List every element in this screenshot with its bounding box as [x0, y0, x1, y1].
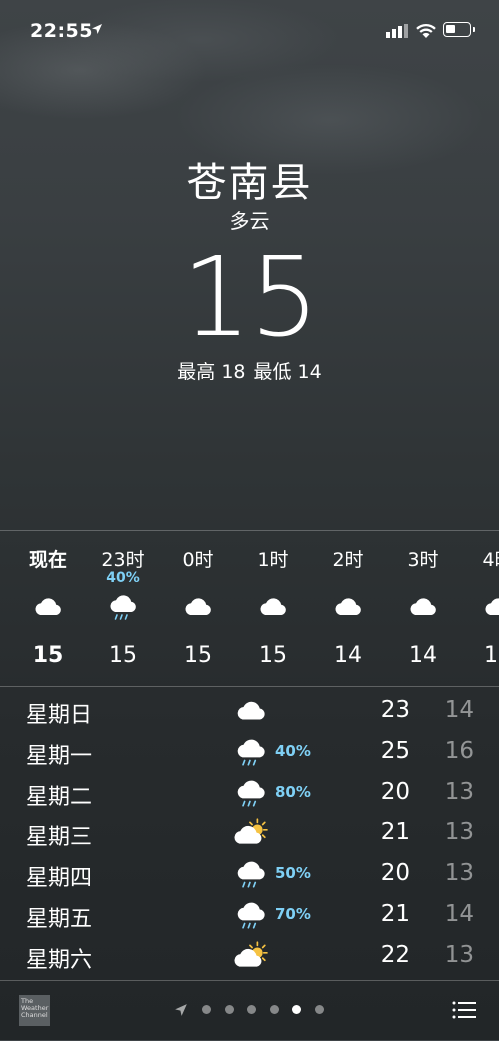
- day-high: 21: [380, 901, 410, 927]
- daily-row: 星期四 50% 20 13: [0, 855, 499, 895]
- day-high: 25: [380, 737, 410, 764]
- hour-temp: 14: [484, 643, 499, 668]
- battery-icon: [443, 22, 475, 37]
- daily-row: 星期一 40% 25 16: [0, 733, 499, 773]
- page-dot[interactable]: [269, 1005, 279, 1014]
- hour-label: 2时: [332, 549, 364, 571]
- city-name: 苍南县: [186, 160, 313, 206]
- day-low: 13: [444, 778, 474, 805]
- daily-row: 星期三 21 13: [0, 814, 499, 854]
- day-precip: 80%: [275, 782, 311, 801]
- day-low: 14: [444, 901, 474, 927]
- day-precip: 40%: [275, 741, 311, 760]
- hour-label: 现在: [28, 549, 67, 571]
- day-low: 13: [444, 941, 474, 968]
- day-high: 23: [380, 697, 410, 723]
- partly-sunny-icon: [234, 818, 268, 848]
- cloud-icon: [234, 696, 268, 726]
- day-name: 星期四: [26, 866, 93, 892]
- status-time: 22:55: [30, 20, 93, 42]
- day-precip: 70%: [275, 905, 311, 923]
- partly-sunny-icon: [234, 941, 268, 971]
- day-name: 星期二: [26, 784, 93, 810]
- day-precip: 50%: [275, 864, 311, 883]
- daily-row: 星期二 80% 20 13: [0, 774, 499, 814]
- hourly-item: 2时 14: [318, 531, 378, 686]
- hour-precip: 40%: [106, 570, 140, 586]
- rain-cloud-icon: [107, 593, 139, 621]
- hour-label: 0时: [182, 549, 214, 571]
- bottom-toolbar: The Weather Channel: [0, 980, 499, 1041]
- hourly-item: 23时 40% 15: [93, 531, 153, 686]
- day-name: 星期三: [26, 825, 93, 851]
- day-low: 13: [444, 860, 474, 887]
- cloud-icon: [407, 593, 439, 621]
- day-low: 14: [444, 697, 474, 723]
- hourly-forecast[interactable]: 现在 15 23时40% 15 0时 15 1时 15 2时 14 3时 14 4时 14: [0, 530, 499, 687]
- day-high: 20: [380, 778, 410, 805]
- hourly-item: 3时 14: [393, 531, 453, 686]
- cloud-icon: [182, 593, 214, 621]
- high-temp: 最高 18: [177, 361, 246, 383]
- rain-cloud-icon: [234, 778, 268, 808]
- day-high: 21: [380, 819, 410, 846]
- page-dot[interactable]: [292, 1005, 301, 1014]
- daily-row: 星期六 22 13: [0, 937, 499, 977]
- rain-cloud-icon: [234, 859, 268, 889]
- hourly-item: 现在 15: [18, 531, 78, 686]
- page-dot[interactable]: [314, 1005, 324, 1014]
- hour-temp: 15: [259, 643, 287, 668]
- hour-label: 3时: [407, 549, 439, 571]
- day-name: 星期六: [26, 947, 93, 973]
- hour-temp: 14: [409, 643, 437, 668]
- day-low: 16: [444, 737, 474, 764]
- page-dot[interactable]: [224, 1005, 234, 1014]
- day-low: 13: [444, 819, 474, 846]
- hour-label: 4时: [482, 549, 499, 571]
- hour-label: 23时: [101, 549, 145, 571]
- page-dot[interactable]: [202, 1005, 211, 1014]
- hour-temp: 15: [32, 643, 64, 668]
- wifi-icon: [416, 23, 436, 38]
- high-low: 最高 18 最低 14: [0, 357, 499, 384]
- day-high: 20: [380, 860, 410, 887]
- hourly-item: 0时 15: [168, 531, 228, 686]
- low-temp: 最低 14: [253, 361, 322, 383]
- day-name: 星期五: [26, 907, 93, 932]
- daily-row: 星期五 70% 21 14: [0, 896, 499, 936]
- rain-cloud-icon: [234, 900, 268, 930]
- day-name: 星期日: [26, 703, 93, 728]
- weather-condition: 多云: [229, 209, 270, 233]
- hour-temp: 15: [184, 643, 212, 668]
- cloud-icon: [332, 593, 364, 621]
- current-temperature: 15: [181, 233, 320, 361]
- day-name: 星期一: [26, 743, 93, 769]
- current-location-icon[interactable]: [174, 1003, 188, 1017]
- hourly-item: 4时 14: [468, 531, 499, 686]
- cellular-signal-icon: [386, 24, 408, 38]
- weather-channel-logo[interactable]: The Weather Channel: [19, 995, 50, 1026]
- cloud-icon: [257, 593, 289, 621]
- page-dot[interactable]: [247, 1005, 256, 1014]
- rain-cloud-icon: [234, 737, 268, 767]
- location-arrow-icon: [92, 24, 102, 34]
- daily-row: 星期日 23 14: [0, 692, 499, 732]
- hourly-item: 1时 15: [243, 531, 303, 686]
- hour-temp: 15: [109, 643, 137, 668]
- hour-temp: 14: [334, 643, 362, 668]
- hour-label: 1时: [257, 549, 289, 571]
- status-bar: 22:55: [0, 0, 499, 60]
- cloud-icon: [482, 593, 499, 621]
- city-list-icon[interactable]: [452, 1001, 476, 1019]
- cloud-icon: [32, 593, 64, 621]
- day-high: 22: [380, 941, 410, 968]
